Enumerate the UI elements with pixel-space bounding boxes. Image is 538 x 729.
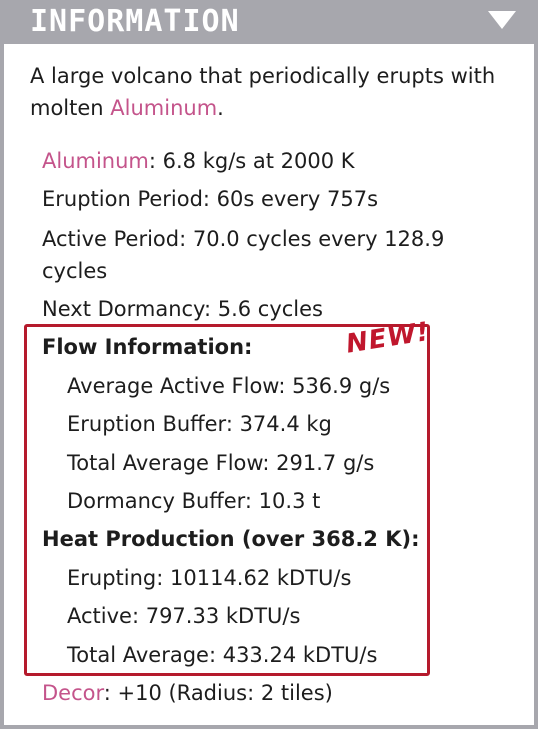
element-link[interactable]: Aluminum	[42, 149, 149, 173]
heat-production-heading: Heat Production (over 368.2 K):	[42, 527, 420, 551]
description-text: A large volcano that periodically erupts…	[30, 64, 496, 120]
panel-content: A large volcano that periodically erupts…	[4, 44, 534, 725]
heat-item: Total Average: 433.24 kDTU/s	[67, 643, 378, 667]
description: A large volcano that periodically erupts…	[30, 60, 500, 124]
heat-item: Active: 797.33 kDTU/s	[67, 604, 301, 628]
element-output-row: Aluminum: 6.8 kg/s at 2000 K	[42, 142, 355, 180]
panel-title: INFORMATION	[30, 4, 240, 39]
flow-item: Total Average Flow: 291.7 g/s	[67, 451, 375, 475]
next-dormancy: Next Dormancy: 5.6 cycles	[42, 297, 323, 321]
panel-header[interactable]: INFORMATION	[0, 0, 538, 44]
active-period: Active Period: 70.0 cycles every 128.9 c…	[42, 227, 445, 283]
decor-link[interactable]: Decor	[42, 681, 104, 705]
description-end: .	[217, 96, 224, 120]
flow-item: Eruption Buffer: 374.4 kg	[67, 412, 332, 436]
flow-item: Dormancy Buffer: 10.3 t	[67, 489, 321, 513]
flow-item: Average Active Flow: 536.9 g/s	[67, 374, 391, 398]
eruption-period: Eruption Period: 60s every 757s	[42, 187, 379, 211]
description-element-link[interactable]: Aluminum	[110, 96, 217, 120]
heat-item: Erupting: 10114.62 kDTU/s	[67, 566, 352, 590]
information-panel: INFORMATION A large volcano that periodi…	[0, 0, 538, 729]
decor-value: : +10 (Radius: 2 tiles)	[103, 681, 333, 705]
flow-information-heading: Flow Information:	[42, 335, 253, 359]
collapse-triangle-icon[interactable]	[488, 11, 516, 29]
element-rate: : 6.8 kg/s at 2000 K	[148, 149, 355, 173]
decor-row: Decor: +10 (Radius: 2 tiles)	[42, 674, 333, 712]
